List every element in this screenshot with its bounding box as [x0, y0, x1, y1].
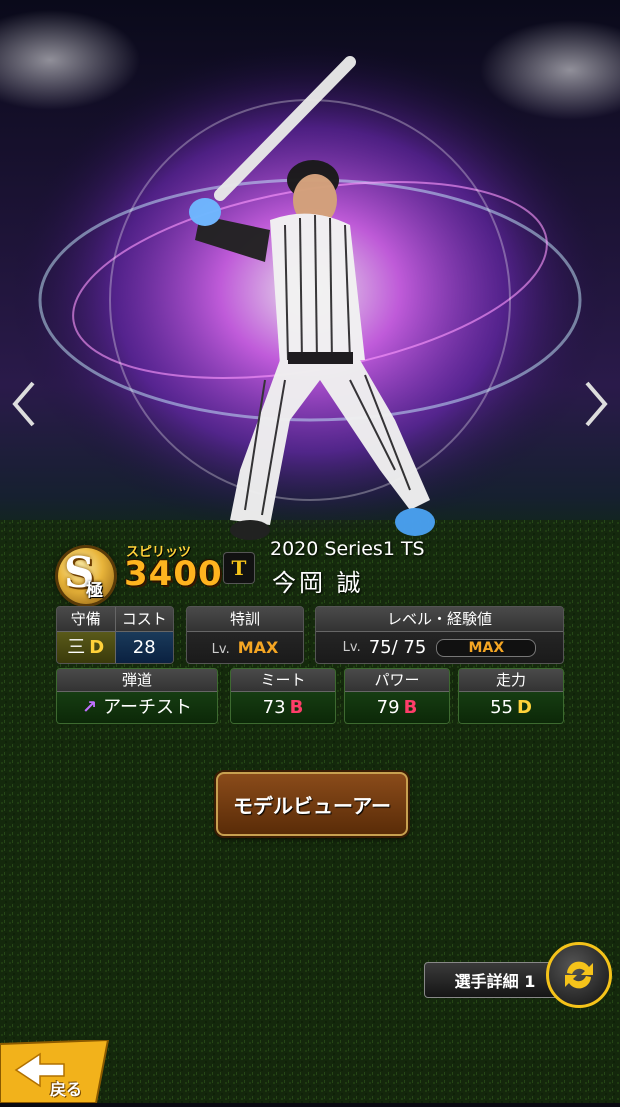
back-label: 戻る: [50, 1080, 83, 1099]
level-numbers: 75/ 75: [368, 637, 427, 658]
player-detail-button[interactable]: 選手詳細 1: [424, 962, 566, 998]
meet-grade: B: [289, 697, 304, 718]
power-grade: B: [403, 697, 418, 718]
team-logo-icon: T: [224, 553, 254, 583]
speed-value: 55 D: [459, 692, 563, 723]
level-value: Lv. 75/ 75 MAX: [316, 632, 563, 663]
speed-label: 走力: [459, 669, 563, 692]
swap-page-button[interactable]: [546, 942, 612, 1008]
training-value: Lv. MAX: [187, 632, 303, 663]
card-series: 2020 Series1 TS: [270, 538, 425, 560]
team-logo-text: T: [231, 556, 247, 580]
training-max: MAX: [237, 638, 279, 657]
cost-label: コスト: [115, 607, 173, 632]
spirits-value: 3400: [124, 554, 223, 594]
trajectory-panel: 弾道 ↗ アーチスト: [56, 668, 218, 724]
position-label: 守備: [57, 607, 116, 632]
back-button[interactable]: 戻る: [0, 1038, 110, 1104]
model-viewer-button[interactable]: モデルビューアー: [216, 772, 408, 836]
player-name: 今岡 誠: [272, 569, 364, 597]
power-number: 79: [376, 697, 400, 718]
meet-value: 73 B: [231, 692, 335, 723]
meet-panel: ミート 73 B: [230, 668, 336, 724]
meet-label: ミート: [231, 669, 335, 692]
position-cost-panel: 守備 コスト 三D 28: [56, 606, 174, 664]
speed-panel: 走力 55 D: [458, 668, 564, 724]
chevron-right-icon: [585, 381, 608, 427]
position-name: 三: [67, 637, 86, 658]
swap-arrows-icon: [565, 961, 593, 989]
exp-bar: MAX: [436, 639, 537, 657]
chevron-left-icon: [12, 381, 35, 427]
power-value: 79 B: [345, 692, 449, 723]
trajectory-text: アーチスト: [103, 697, 192, 718]
prev-player-arrow[interactable]: [4, 374, 44, 434]
power-panel: パワー 79 B: [344, 668, 450, 724]
exp-max: MAX: [468, 640, 505, 656]
speed-number: 55: [490, 697, 513, 718]
training-lv-label: Lv.: [211, 642, 230, 657]
level-label: レベル・経験値: [316, 607, 563, 632]
level-lv-label: Lv.: [342, 640, 361, 655]
cost-value: 28: [115, 632, 173, 663]
training-label: 特訓: [187, 607, 303, 632]
speed-grade: D: [516, 697, 532, 718]
power-label: パワー: [345, 669, 449, 692]
meet-number: 73: [262, 697, 286, 718]
training-panel: 特訓 Lv. MAX: [186, 606, 304, 664]
next-player-arrow[interactable]: [576, 374, 616, 434]
level-panel: レベル・経験値 Lv. 75/ 75 MAX: [315, 606, 564, 664]
trajectory-label: 弾道: [57, 669, 217, 692]
arrow-up-right-icon: ↗: [81, 697, 98, 718]
position-grade: D: [89, 637, 105, 658]
rank-sub-label: 極: [86, 581, 103, 601]
trajectory-value: ↗ アーチスト: [57, 692, 217, 723]
position-value: 三D: [57, 632, 116, 663]
